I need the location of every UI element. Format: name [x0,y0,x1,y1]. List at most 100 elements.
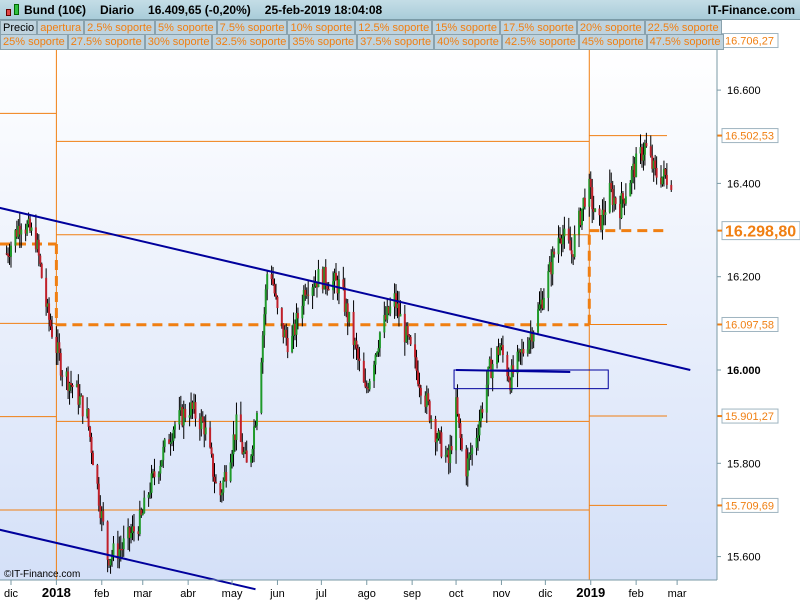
legend-item[interactable]: 40% soporte [434,34,502,50]
candle-body [264,289,267,315]
candle-body [50,326,53,337]
candle-body [171,440,174,443]
candle-body [481,409,484,413]
legend-item[interactable]: 32.5% soporte [212,34,290,50]
candle-body [418,384,421,388]
candle-body [291,335,294,353]
candle-body [580,208,583,226]
instrument-name: Bund (10€) [24,2,87,17]
candle-body [317,269,320,288]
candle-body [48,303,51,320]
candle-body [430,419,433,421]
candle-body [456,397,459,415]
candle-body [253,426,256,449]
candle-body [594,208,597,212]
candle-body [61,375,64,377]
legend-item[interactable]: 37.5% soporte [357,34,435,50]
candle-body [604,212,607,215]
candle-body [87,408,90,427]
candle-body [49,319,52,327]
candle-body [507,376,510,381]
candle-body [163,439,166,447]
candle-body [352,311,355,345]
candle-body [327,288,330,291]
legend-item[interactable]: 30% soporte [144,34,213,50]
candle-body [70,383,73,386]
x-tick-label: jun [269,588,285,600]
candle-body [266,274,269,290]
candle-body [313,286,316,288]
candle-body [214,481,217,484]
candle-body [665,174,668,185]
candle-body [239,414,242,442]
candle-body [162,446,165,461]
candle-body [645,143,648,147]
legend-item[interactable]: 25% soporte [0,34,68,50]
candle-body [557,237,560,255]
candle-body [664,168,667,175]
legend-item[interactable]: 27.5% soporte [67,34,145,50]
legend-item[interactable]: 42.5% soporte [501,34,579,50]
x-tick-label: dic [538,588,553,600]
y-tick-label: 16.000 [727,365,761,377]
candle-body [376,352,378,355]
candle-body [526,349,529,354]
candle-body [469,453,472,455]
level-label: 15.709,69 [725,500,774,512]
price-chart[interactable]: 16.600 16.400 16.200 16.000 15.800 15.600 16.7… [0,0,800,600]
candle-body [194,402,197,419]
candle-body [477,435,480,438]
candle-body [355,340,358,349]
x-tick-label: 2018 [42,585,71,600]
candle-body [553,251,556,255]
candle-body [450,445,453,451]
candle-body [10,245,12,257]
y-tick-label: 16.200 [727,272,761,284]
candle-body [389,306,392,314]
candle-body [89,426,92,437]
candle-body [122,538,125,550]
candle-body [655,167,658,178]
candle-body [501,345,504,355]
candle-body [260,362,263,413]
legend-item[interactable]: 35% soporte [289,34,358,50]
legend-item[interactable]: 45% soporte [578,34,647,50]
candle-body [528,340,531,350]
candle-body [409,336,412,345]
candle-body [459,423,462,439]
legend-item[interactable]: 47.5% soporte [646,34,724,50]
candle-body [141,513,144,516]
candle-body [102,511,105,522]
candle-body [373,364,376,382]
candle-body [97,483,100,506]
candle-body [598,208,601,216]
candle-body [274,293,277,297]
candle-body [311,287,314,296]
candle-body [250,455,253,463]
last-price: 16.409,65 (-0,20%) [148,2,251,17]
candle-body [654,160,657,168]
candle-body [670,184,673,190]
candle-body [630,169,633,183]
candle-body [276,296,279,309]
candle-body [661,176,664,185]
candle-body [270,274,273,280]
candle-body [37,239,40,256]
candle-body [542,297,545,309]
candle-body [286,337,289,353]
timestamp: 25-feb-2019 18:04:08 [264,2,383,17]
candle-body [78,396,81,405]
candle-body [365,386,368,388]
candle-body [538,304,541,310]
x-tick-label: ago [358,588,376,600]
candle-body [307,294,310,296]
candle-body [153,471,156,478]
candle-body [220,492,223,496]
candle-body [213,476,216,482]
brand: IT-Finance.com [707,3,795,17]
candle-body [364,382,367,387]
candle-body [624,196,627,204]
candle-body [356,348,359,359]
candle-body [112,543,115,556]
candle-body [184,408,187,418]
